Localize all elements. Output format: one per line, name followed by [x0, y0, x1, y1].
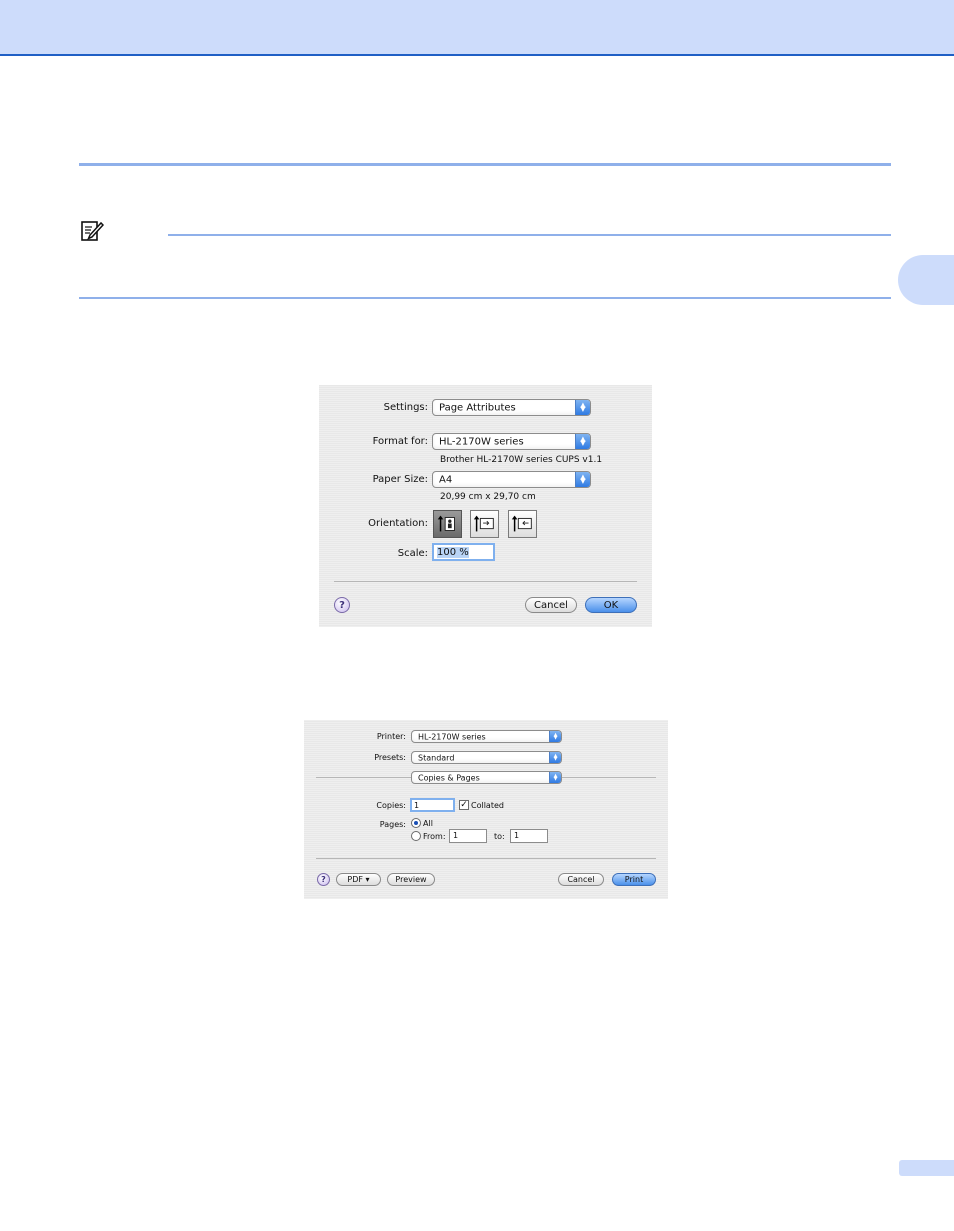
paper-size-popup[interactable]: A4 ▲ ▼ — [432, 471, 591, 488]
cancel-button[interactable]: Cancel — [525, 597, 577, 613]
popup-arrows-icon: ▲ ▼ — [575, 400, 590, 415]
popup-arrows-icon: ▲ ▼ — [575, 472, 590, 487]
dialog-separator — [316, 858, 656, 859]
orientation-portrait-button[interactable] — [433, 510, 462, 538]
orientation-landscape-button[interactable] — [470, 510, 499, 538]
presets-value: Standard — [418, 753, 455, 762]
printer-label: Printer: — [376, 732, 406, 741]
ok-button[interactable]: OK — [585, 597, 637, 613]
panel-separator-right — [562, 777, 656, 778]
print-dialog: Printer: HL-2170W series ▲ ▼ Presets: Sta… — [304, 720, 668, 899]
format-for-description: Brother HL-2170W series CUPS v1.1 — [440, 455, 603, 465]
format-for-value: HL-2170W series — [439, 436, 524, 447]
collated-checkbox[interactable]: ✓ — [459, 800, 469, 810]
page-header-bar — [0, 0, 954, 56]
from-label: From: — [423, 832, 446, 841]
page-number-tab — [899, 1160, 954, 1176]
printer-popup[interactable]: HL-2170W series ▲ ▼ — [411, 730, 562, 743]
settings-popup[interactable]: Page Attributes ▲ ▼ — [432, 399, 591, 416]
chapter-tab — [898, 255, 954, 305]
from-value: 1 — [453, 831, 459, 840]
to-value: 1 — [514, 831, 520, 840]
printer-value: HL-2170W series — [418, 732, 486, 741]
copies-label: Copies: — [376, 801, 406, 810]
popup-arrows-icon: ▲ ▼ — [575, 434, 590, 449]
paper-size-label: Paper Size: — [372, 474, 428, 485]
help-icon[interactable]: ? — [334, 597, 350, 613]
panel-value: Copies & Pages — [418, 773, 480, 782]
to-label: to: — [494, 832, 505, 841]
copies-value: 1 — [414, 801, 420, 810]
settings-value: Page Attributes — [439, 402, 516, 413]
settings-label: Settings: — [383, 402, 428, 413]
presets-popup[interactable]: Standard ▲ ▼ — [411, 751, 562, 764]
note-rule-bottom — [79, 297, 891, 299]
presets-label: Presets: — [374, 753, 406, 762]
popup-arrows-icon: ▲ ▼ — [549, 752, 561, 763]
pages-label: Pages: — [379, 820, 406, 829]
reverse-landscape-icon — [511, 515, 532, 532]
paper-size-value: A4 — [439, 474, 453, 485]
collated-label: Collated — [471, 801, 504, 810]
popup-arrows-icon: ▲ ▼ — [549, 731, 561, 742]
copies-input[interactable]: 1 — [410, 798, 455, 812]
panel-separator-left — [316, 777, 411, 778]
page-setup-dialog: Settings: Page Attributes ▲ ▼ Format for:… — [319, 385, 652, 627]
help-icon[interactable]: ? — [317, 873, 330, 886]
print-button[interactable]: Print — [612, 873, 656, 886]
panel-popup[interactable]: Copies & Pages ▲ ▼ — [411, 771, 562, 784]
note-pencil-icon — [81, 221, 104, 241]
from-input[interactable]: 1 — [449, 829, 487, 843]
dialog-separator — [334, 581, 637, 582]
scale-value: 100 % — [437, 547, 469, 558]
orientation-reverse-landscape-button[interactable] — [508, 510, 537, 538]
section-rule-top — [79, 163, 891, 166]
pages-all-radio[interactable] — [411, 818, 421, 828]
cancel-button[interactable]: Cancel — [558, 873, 604, 886]
to-input[interactable]: 1 — [510, 829, 548, 843]
scale-input[interactable]: 100 % — [432, 543, 495, 561]
pdf-button[interactable]: PDF ▾ — [336, 873, 381, 886]
pages-all-label: All — [423, 819, 433, 828]
format-for-popup[interactable]: HL-2170W series ▲ ▼ — [432, 433, 591, 450]
orientation-label: Orientation: — [368, 518, 428, 529]
landscape-icon — [473, 515, 494, 532]
format-for-label: Format for: — [372, 436, 428, 447]
pages-from-radio[interactable] — [411, 831, 421, 841]
popup-arrows-icon: ▲ ▼ — [549, 772, 561, 783]
paper-size-description: 20,99 cm x 29,70 cm — [440, 492, 536, 502]
portrait-icon — [437, 515, 455, 532]
preview-button[interactable]: Preview — [387, 873, 435, 886]
scale-label: Scale: — [397, 548, 428, 559]
note-rule-top — [168, 234, 891, 236]
